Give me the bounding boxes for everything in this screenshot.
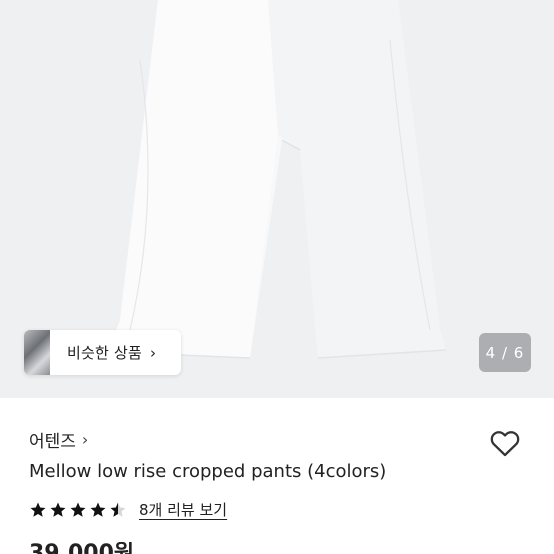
heart-outline-icon[interactable]	[488, 426, 522, 460]
star-half-icon	[110, 502, 126, 517]
chevron-right-icon: ›	[149, 343, 156, 362]
similar-products-button[interactable]: 비슷한 상품 ›	[24, 330, 181, 375]
brand-link[interactable]: 어텐즈 ›	[29, 427, 88, 452]
similar-product-thumbnail	[24, 330, 50, 375]
brand-name: 어텐즈	[29, 432, 76, 452]
product-image-carousel[interactable]: 비슷한 상품 › 4 / 6	[0, 0, 554, 398]
price: 39,000원	[29, 542, 134, 554]
similar-products-label: 비슷한 상품	[67, 344, 142, 362]
reviews-link[interactable]: 8개 리뷰 보기	[139, 499, 227, 520]
star-filled-icon	[90, 502, 106, 517]
rating-stars	[29, 501, 129, 519]
star-filled-icon	[50, 502, 66, 517]
star-filled-icon	[30, 502, 46, 517]
image-counter: 4 / 6	[479, 333, 531, 372]
rating-row: 8개 리뷰 보기	[29, 499, 227, 520]
chevron-right-icon: ›	[81, 430, 89, 449]
star-filled-icon	[70, 502, 86, 517]
product-title: Mellow low rise cropped pants (4colors)	[29, 461, 387, 482]
